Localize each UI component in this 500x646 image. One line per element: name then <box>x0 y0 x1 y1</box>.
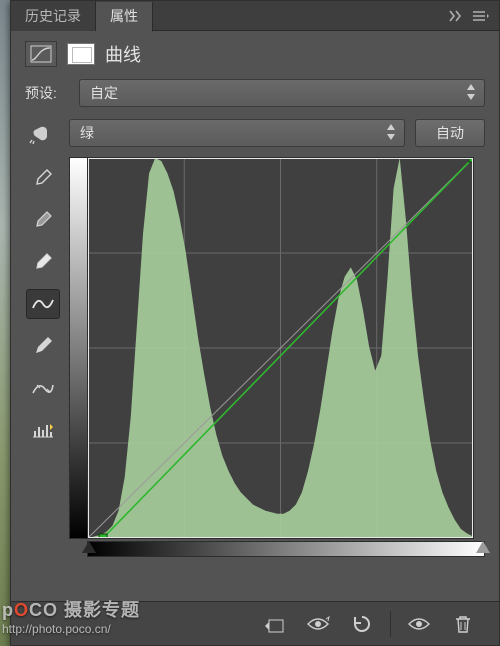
panel-title: 曲线 <box>105 41 141 67</box>
eyedropper-white-icon[interactable] <box>26 247 60 277</box>
chevron-updown-icon <box>386 123 396 141</box>
properties-panel: 历史记录 属性 曲线 预设: 自定 绿 <box>10 0 500 646</box>
eyedropper-gray-icon[interactable] <box>26 205 60 235</box>
tab-properties[interactable]: 属性 <box>96 2 153 32</box>
channel-value: 绿 <box>80 123 94 143</box>
panel-menu-icon[interactable] <box>473 10 489 22</box>
curves-graph[interactable] <box>69 157 474 539</box>
curves-plot[interactable] <box>88 158 473 538</box>
toggle-visibility-icon[interactable] <box>399 608 439 640</box>
white-point-slider[interactable] <box>476 541 490 553</box>
tab-history-label: 历史记录 <box>25 6 81 26</box>
layer-mask-thumb[interactable] <box>67 43 95 65</box>
preset-row: 预设: 自定 <box>11 73 499 113</box>
targeted-adjust-icon[interactable] <box>28 121 56 145</box>
preset-select[interactable]: 自定 <box>79 79 485 107</box>
collapse-icon[interactable] <box>449 10 465 22</box>
channel-select[interactable]: 绿 <box>69 119 405 147</box>
curves-tool-column <box>25 157 61 557</box>
watermark: pOCO 摄影专题 http://photo.poco.cn/ <box>2 600 140 636</box>
smooth-tool-icon[interactable] <box>26 373 60 403</box>
input-gradient <box>87 541 485 557</box>
reset-icon[interactable] <box>342 608 382 640</box>
clip-histogram-icon[interactable] <box>26 415 60 445</box>
black-point-slider[interactable] <box>82 541 96 553</box>
tab-properties-label: 属性 <box>110 6 138 26</box>
preset-label: 预设: <box>25 83 69 103</box>
curves-graph-area <box>69 157 485 557</box>
view-previous-icon[interactable] <box>298 608 338 640</box>
preset-value: 自定 <box>90 83 118 103</box>
adjustment-type-icon[interactable] <box>25 41 57 67</box>
clip-to-layer-icon[interactable] <box>254 608 294 640</box>
pencil-tool-icon[interactable] <box>26 331 60 361</box>
output-gradient <box>70 158 88 538</box>
eyedropper-black-icon[interactable] <box>26 163 60 193</box>
panel-header: 曲线 <box>11 31 499 73</box>
curve-point-tool-icon[interactable] <box>26 289 60 319</box>
tab-history[interactable]: 历史记录 <box>11 1 96 31</box>
channel-row: 绿 自动 <box>11 113 499 153</box>
tab-bar: 历史记录 属性 <box>11 1 499 31</box>
delete-icon[interactable] <box>443 608 483 640</box>
chevron-updown-icon <box>466 83 476 101</box>
auto-button-label: 自动 <box>436 123 464 143</box>
auto-button[interactable]: 自动 <box>415 119 485 147</box>
